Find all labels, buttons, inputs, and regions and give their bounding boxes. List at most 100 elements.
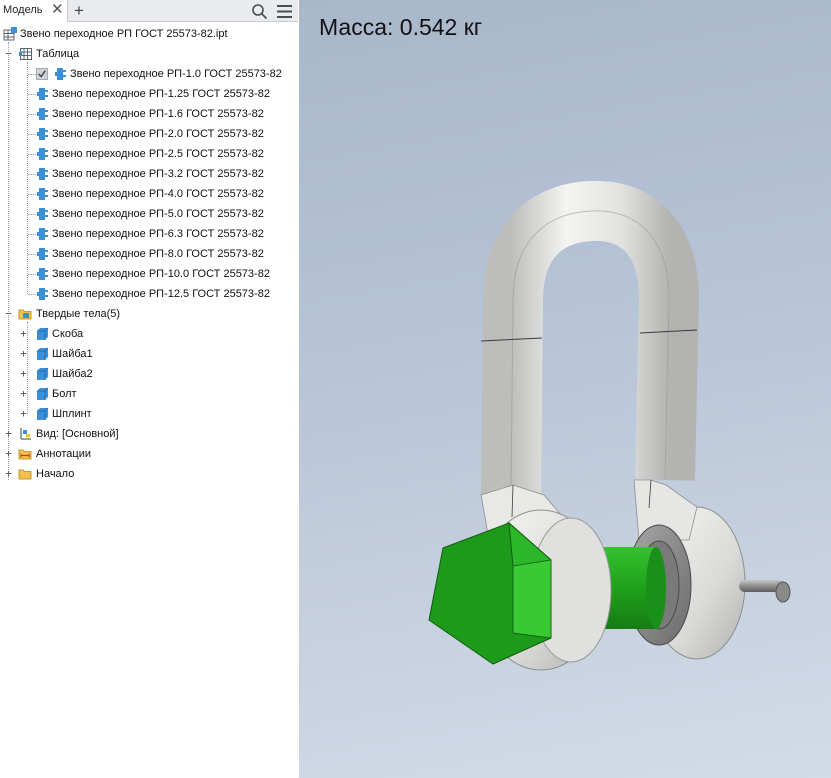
tree-item-solid[interactable]: + Скоба bbox=[0, 324, 298, 344]
table-member[interactable]: Звено переходное РП-4.0 ГОСТ 25573-82 bbox=[0, 184, 298, 204]
browser-tab-bar: Модель ✕ + bbox=[0, 0, 298, 22]
tree-connector bbox=[28, 174, 36, 175]
table-member-icon bbox=[37, 88, 48, 100]
tree-item-view[interactable]: + Вид: [Основной] bbox=[0, 424, 298, 444]
table-member-icon bbox=[37, 168, 48, 180]
annotations-label: Аннотации bbox=[36, 448, 91, 460]
expand-icon[interactable]: + bbox=[19, 348, 28, 359]
tree-item-root-part[interactable]: Звено переходное РП ГОСТ 25573-82.ipt bbox=[0, 24, 298, 44]
solid-label: Скоба bbox=[52, 328, 84, 340]
table-member-active[interactable]: Звено переходное РП-1.0 ГОСТ 25573-82 bbox=[0, 64, 298, 84]
solid-body-icon bbox=[37, 347, 49, 360]
tree-connector bbox=[28, 294, 36, 295]
table-member-label: Звено переходное РП-2.5 ГОСТ 25573-82 bbox=[52, 148, 264, 160]
table-member-label: Звено переходное РП-1.25 ГОСТ 25573-82 bbox=[52, 88, 270, 100]
table-member-label: Звено переходное РП-10.0 ГОСТ 25573-82 bbox=[52, 268, 270, 280]
tree-item-annotations[interactable]: + Аннотации bbox=[0, 444, 298, 464]
table-member-label: Звено переходное РП-4.0 ГОСТ 25573-82 bbox=[52, 188, 264, 200]
part-file-icon bbox=[3, 27, 17, 41]
hamburger-menu-icon[interactable] bbox=[276, 3, 293, 20]
graphics-viewport[interactable]: Масса: 0.542 кг bbox=[299, 0, 831, 778]
search-icon[interactable] bbox=[251, 3, 268, 20]
tree-item-solid[interactable]: + Шайба1 bbox=[0, 344, 298, 364]
expand-icon[interactable]: + bbox=[4, 468, 13, 479]
table-member[interactable]: Звено переходное РП-12.5 ГОСТ 25573-82 bbox=[0, 284, 298, 304]
solid-bodies-folder-icon bbox=[18, 309, 32, 320]
tree-connector bbox=[28, 214, 36, 215]
solid-label: Шайба2 bbox=[52, 368, 93, 380]
browser-empty-area bbox=[0, 488, 298, 778]
table-member-icon bbox=[37, 148, 48, 160]
tree-connector bbox=[28, 254, 36, 255]
tree-connector bbox=[28, 234, 36, 235]
table-member-label: Звено переходное РП-3.2 ГОСТ 25573-82 bbox=[52, 168, 264, 180]
tree-item-solid[interactable]: + Шайба2 bbox=[0, 364, 298, 384]
expand-icon[interactable]: + bbox=[19, 388, 28, 399]
add-tab-button[interactable]: + bbox=[74, 0, 84, 22]
collapse-icon[interactable]: − bbox=[4, 308, 13, 319]
expand-icon[interactable]: + bbox=[19, 368, 28, 379]
table-member-icon bbox=[37, 208, 48, 220]
tree-item-table[interactable]: − Таблица bbox=[0, 44, 298, 64]
collapse-icon[interactable]: − bbox=[4, 48, 13, 59]
view-label: Вид: [Основной] bbox=[36, 428, 119, 440]
table-member[interactable]: Звено переходное РП-6.3 ГОСТ 25573-82 bbox=[0, 224, 298, 244]
table-member-icon bbox=[37, 248, 48, 260]
table-member[interactable]: Звено переходное РП-1.25 ГОСТ 25573-82 bbox=[0, 84, 298, 104]
solid-label: Шайба1 bbox=[52, 348, 93, 360]
tab-model-label: Модель bbox=[3, 4, 43, 16]
solid-body-icon bbox=[37, 407, 49, 420]
view-representation-icon bbox=[20, 428, 31, 440]
expand-icon[interactable]: + bbox=[4, 428, 13, 439]
origin-label: Начало bbox=[36, 468, 75, 480]
tree-connector bbox=[28, 154, 36, 155]
table-member[interactable]: Звено переходное РП-2.5 ГОСТ 25573-82 bbox=[0, 144, 298, 164]
table-member[interactable]: Звено переходное РП-5.0 ГОСТ 25573-82 bbox=[0, 204, 298, 224]
active-member-checkmark-icon bbox=[36, 68, 48, 80]
table-member-icon bbox=[37, 288, 48, 300]
solid-bodies-label: Твердые тела(5) bbox=[36, 308, 121, 320]
tab-model[interactable]: Модель ✕ bbox=[0, 0, 68, 22]
model-tree: Звено переходное РП ГОСТ 25573-82.ipt − … bbox=[0, 22, 298, 488]
solid-body-icon bbox=[37, 367, 49, 380]
annotation-icon bbox=[18, 449, 32, 460]
model-browser-panel: Модель ✕ + Звено переходное РП ГОСТ 2557… bbox=[0, 0, 298, 778]
table-member-label: Звено переходное РП-8.0 ГОСТ 25573-82 bbox=[52, 248, 264, 260]
table-member[interactable]: Звено переходное РП-10.0 ГОСТ 25573-82 bbox=[0, 264, 298, 284]
solid-body-icon bbox=[37, 387, 49, 400]
expand-icon[interactable]: + bbox=[19, 328, 28, 339]
shackle-bow bbox=[481, 180, 700, 496]
table-member-icon bbox=[37, 188, 48, 200]
table-member[interactable]: Звено переходное РП-3.2 ГОСТ 25573-82 bbox=[0, 164, 298, 184]
table-member-label: Звено переходное РП-6.3 ГОСТ 25573-82 bbox=[52, 228, 264, 240]
table-member[interactable]: Звено переходное РП-2.0 ГОСТ 25573-82 bbox=[0, 124, 298, 144]
tree-connector bbox=[28, 134, 36, 135]
tree-connector bbox=[28, 114, 36, 115]
table-member-icon bbox=[37, 268, 48, 280]
tree-connector bbox=[28, 194, 36, 195]
table-member[interactable]: Звено переходное РП-1.6 ГОСТ 25573-82 bbox=[0, 104, 298, 124]
table-member-icon bbox=[37, 128, 48, 140]
table-member-icon bbox=[55, 68, 66, 80]
table-icon bbox=[19, 48, 32, 60]
tree-connector bbox=[28, 274, 36, 275]
table-member-label: Звено переходное РП-1.6 ГОСТ 25573-82 bbox=[52, 108, 264, 120]
table-member[interactable]: Звено переходное РП-8.0 ГОСТ 25573-82 bbox=[0, 244, 298, 264]
tree-item-origin[interactable]: + Начало bbox=[0, 464, 298, 484]
close-icon[interactable]: ✕ bbox=[51, 1, 64, 19]
tree-item-solid[interactable]: + Шплинт bbox=[0, 404, 298, 424]
expand-icon[interactable]: + bbox=[4, 448, 13, 459]
expand-icon[interactable]: + bbox=[19, 408, 28, 419]
tree-item-solid[interactable]: + Болт bbox=[0, 384, 298, 404]
tree-connector bbox=[28, 94, 36, 95]
table-label: Таблица bbox=[36, 48, 80, 60]
table-member-icon bbox=[37, 108, 48, 120]
solid-body-icon bbox=[37, 327, 49, 340]
tree-item-solid-bodies[interactable]: − Твердые тела(5) bbox=[0, 304, 298, 324]
table-member-label: Звено переходное РП-12.5 ГОСТ 25573-82 bbox=[52, 288, 270, 300]
shackle-3d-model[interactable] bbox=[299, 0, 831, 778]
table-member-label: Звено переходное РП-1.0 ГОСТ 25573-82 bbox=[70, 68, 282, 80]
solid-label: Шплинт bbox=[52, 408, 92, 420]
table-member-icon bbox=[37, 228, 48, 240]
origin-folder-icon bbox=[18, 469, 32, 480]
